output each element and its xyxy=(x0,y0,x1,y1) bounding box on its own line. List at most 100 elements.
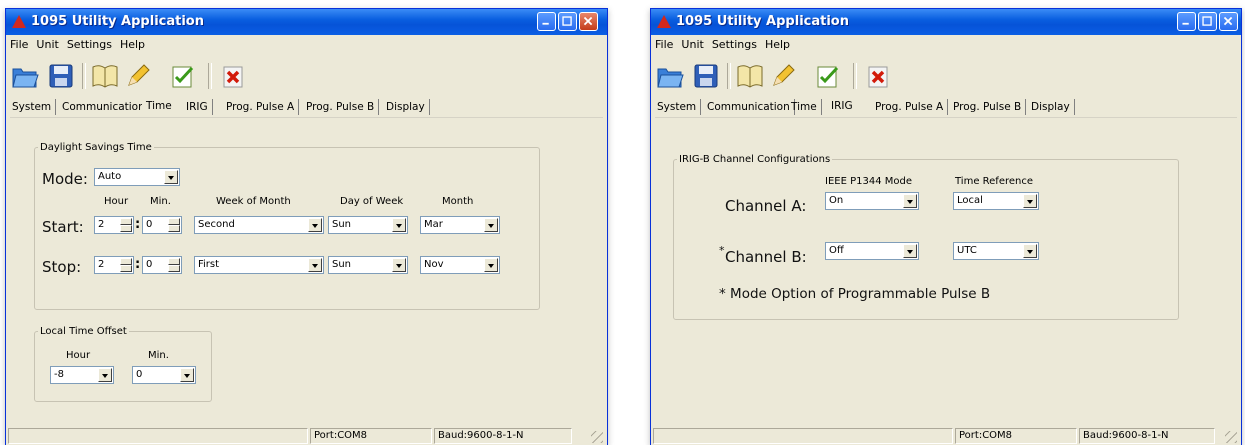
tab-display[interactable]: Display xyxy=(382,99,430,115)
stop-min-spinner[interactable]: 0 xyxy=(142,256,182,274)
tab-communication[interactable]: Communication xyxy=(58,99,150,115)
close-button[interactable] xyxy=(579,12,598,31)
spin-up-icon[interactable] xyxy=(168,258,180,265)
menu-help[interactable]: Help xyxy=(761,36,794,51)
chevron-down-icon[interactable] xyxy=(1023,244,1037,258)
stop-day-select[interactable]: Sun xyxy=(328,256,408,274)
start-day-select[interactable]: Sun xyxy=(328,216,408,234)
delete-x-icon[interactable] xyxy=(863,61,893,91)
open-folder-icon[interactable] xyxy=(10,61,40,91)
window-title: 1095 Utility Application xyxy=(31,14,204,29)
open-folder-icon[interactable] xyxy=(655,61,685,91)
spin-up-icon[interactable] xyxy=(120,218,132,225)
chevron-down-icon[interactable] xyxy=(180,368,194,382)
menu-help[interactable]: Help xyxy=(116,36,149,51)
channel-b-mode-select[interactable]: Off xyxy=(825,242,919,260)
stop-week-select[interactable]: First xyxy=(194,256,324,274)
chevron-down-icon[interactable] xyxy=(1023,194,1037,208)
month-column-label: Month xyxy=(442,196,474,207)
start-min-spinner[interactable]: 0 xyxy=(142,216,182,234)
minimize-button[interactable] xyxy=(1177,12,1196,31)
start-month-select[interactable]: Mar xyxy=(420,216,500,234)
save-disk-icon[interactable] xyxy=(46,61,76,91)
menu-settings[interactable]: Settings xyxy=(708,36,761,51)
stop-hour-spinner[interactable]: 2 xyxy=(94,256,134,274)
chevron-down-icon[interactable] xyxy=(98,368,112,382)
resize-grip-icon[interactable] xyxy=(591,431,603,443)
start-week-select[interactable]: Second xyxy=(194,216,324,234)
spin-up-icon[interactable] xyxy=(120,258,132,265)
pencil-icon[interactable] xyxy=(767,61,797,91)
maximize-button[interactable] xyxy=(1198,12,1217,31)
tab-time[interactable]: Time xyxy=(142,97,176,115)
title-bar[interactable]: 1095 Utility Application xyxy=(6,9,607,35)
tab-system[interactable]: System xyxy=(8,99,57,115)
tab-irig[interactable]: IRIG xyxy=(182,99,213,115)
chevron-down-icon[interactable] xyxy=(308,258,322,272)
tab-prog-pulse-a[interactable]: Prog. Pulse A xyxy=(871,99,949,115)
pencil-icon[interactable] xyxy=(122,61,152,91)
mode-select[interactable]: Auto xyxy=(94,168,180,186)
chevron-down-icon[interactable] xyxy=(903,194,917,208)
mode-option-note: * Mode Option of Programmable Pulse B xyxy=(719,286,991,302)
tab-time[interactable]: Time xyxy=(787,99,822,115)
chevron-down-icon[interactable] xyxy=(392,258,406,272)
menu-unit[interactable]: Unit xyxy=(677,36,707,51)
tab-system[interactable]: System xyxy=(653,99,702,115)
title-bar[interactable]: 1095 Utility Application xyxy=(651,9,1241,35)
offset-hour-select[interactable]: -8 xyxy=(50,366,114,384)
toolbar-separator xyxy=(208,63,212,89)
week-column-label: Week of Month xyxy=(216,196,291,207)
stop-month-select[interactable]: Nov xyxy=(420,256,500,274)
stop-min-value: 0 xyxy=(146,259,153,270)
min-column-label: Min. xyxy=(150,196,171,207)
menu-unit[interactable]: Unit xyxy=(32,36,62,51)
time-colon: : xyxy=(135,257,141,272)
tab-prog-pulse-b[interactable]: Prog. Pulse B xyxy=(949,99,1027,115)
right-window: 1095 Utility Application File Unit Setting… xyxy=(650,8,1242,445)
stop-week-value: First xyxy=(198,259,220,270)
chevron-down-icon[interactable] xyxy=(392,218,406,232)
tab-communication[interactable]: Communication xyxy=(703,99,795,115)
checklist-icon[interactable] xyxy=(813,61,843,91)
resize-grip-icon[interactable] xyxy=(1225,431,1237,443)
stop-label: Stop: xyxy=(42,258,82,276)
tab-display[interactable]: Display xyxy=(1027,99,1075,115)
chevron-down-icon[interactable] xyxy=(308,218,322,232)
close-button[interactable] xyxy=(1219,12,1238,31)
menu-file[interactable]: File xyxy=(651,36,677,51)
tab-prog-pulse-a[interactable]: Prog. Pulse A xyxy=(222,99,300,115)
book-icon[interactable] xyxy=(735,61,765,91)
spin-down-icon[interactable] xyxy=(168,225,180,232)
chevron-down-icon[interactable] xyxy=(484,218,498,232)
irig-tab-panel: IRIG-B Channel Configurations IEEE P1344… xyxy=(655,117,1237,427)
tab-prog-pulse-b[interactable]: Prog. Pulse B xyxy=(302,99,380,115)
maximize-icon xyxy=(562,16,572,26)
offset-min-select[interactable]: 0 xyxy=(132,366,196,384)
save-disk-icon[interactable] xyxy=(691,61,721,91)
channel-a-reference-select[interactable]: Local xyxy=(953,192,1039,210)
left-window: 1095 Utility Application File Unit Setting… xyxy=(5,8,608,445)
spin-down-icon[interactable] xyxy=(120,225,132,232)
chevron-down-icon[interactable] xyxy=(484,258,498,272)
menu-file[interactable]: File xyxy=(6,36,32,51)
maximize-button[interactable] xyxy=(558,12,577,31)
window-title: 1095 Utility Application xyxy=(676,14,849,29)
minimize-button[interactable] xyxy=(537,12,556,31)
tab-irig[interactable]: IRIG xyxy=(827,97,857,115)
chevron-down-icon[interactable] xyxy=(903,244,917,258)
checklist-icon[interactable] xyxy=(168,61,198,91)
spin-down-icon[interactable] xyxy=(120,265,132,272)
menu-settings[interactable]: Settings xyxy=(63,36,116,51)
app-logo-icon xyxy=(657,15,671,28)
minimize-icon xyxy=(542,22,549,25)
book-icon[interactable] xyxy=(90,61,120,91)
channel-a-mode-select[interactable]: On xyxy=(825,192,919,210)
channel-b-reference-select[interactable]: UTC xyxy=(953,242,1039,260)
spin-down-icon[interactable] xyxy=(168,265,180,272)
start-hour-spinner[interactable]: 2 xyxy=(94,216,134,234)
spin-up-icon[interactable] xyxy=(168,218,180,225)
start-label: Start: xyxy=(42,218,84,236)
delete-x-icon[interactable] xyxy=(218,61,248,91)
chevron-down-icon[interactable] xyxy=(164,170,178,184)
